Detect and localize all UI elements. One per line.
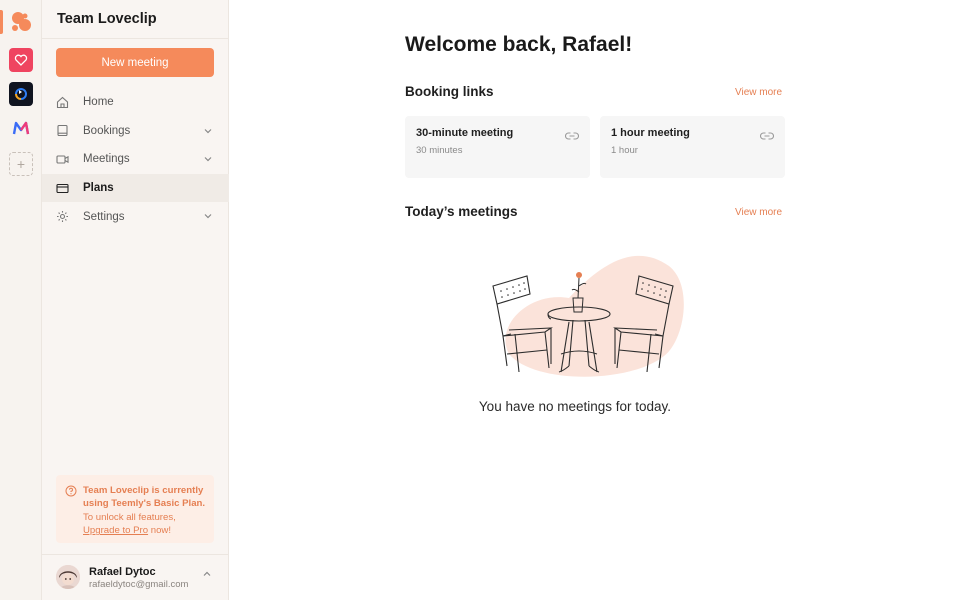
sidebar-nav: Home Bookings Meetings Plans Settings	[42, 88, 229, 231]
sidebar-item-bookings[interactable]: Bookings	[42, 117, 229, 146]
copy-link-icon[interactable]	[760, 128, 774, 140]
book-icon	[56, 124, 69, 137]
refresh-app-icon[interactable]	[9, 82, 33, 106]
upgrade-notice-suffix: now!	[148, 525, 171, 537]
booking-links-heading: Booking links	[405, 84, 494, 99]
booking-link-duration: 30 minutes	[416, 145, 463, 156]
empty-state-cafe-illustration	[489, 246, 689, 380]
sidebar-item-settings[interactable]: Settings	[42, 202, 229, 231]
sidebar-item-label: Meetings	[83, 153, 130, 166]
page-title: Welcome back, Rafael!	[405, 33, 633, 56]
sidebar-item-label: Plans	[83, 182, 114, 195]
team-loveclip-logo-icon[interactable]	[9, 10, 33, 34]
gear-icon	[56, 210, 69, 223]
sidebar: Team Loveclip New meeting Home Bookings …	[42, 0, 229, 600]
booking-link-card[interactable]: 30-minute meeting 30 minutes	[405, 116, 590, 178]
heart-app-icon[interactable]	[9, 48, 33, 72]
empty-state-message: You have no meetings for today.	[478, 399, 672, 414]
sidebar-item-label: Settings	[83, 210, 125, 223]
question-circle-icon	[65, 485, 77, 497]
sidebar-item-label: Bookings	[83, 124, 131, 137]
chevron-down-icon[interactable]	[203, 126, 213, 136]
user-email: rafaeldytoc@gmail.com	[89, 579, 189, 590]
sidebar-item-home[interactable]: Home	[42, 88, 229, 117]
rail-active-indicator	[0, 10, 3, 34]
booking-link-duration: 1 hour	[611, 145, 638, 156]
credit-card-icon	[56, 182, 69, 195]
copy-link-icon[interactable]	[565, 128, 579, 140]
add-workspace-icon[interactable]: +	[9, 152, 33, 176]
todays-meetings-heading: Today’s meetings	[405, 204, 518, 219]
new-meeting-button[interactable]: New meeting	[56, 48, 214, 77]
team-name: Team Loveclip	[57, 11, 157, 27]
upgrade-to-pro-link[interactable]: Upgrade to Pro	[83, 525, 148, 536]
user-name: Rafael Dytoc	[89, 566, 156, 578]
sidebar-item-label: Home	[83, 96, 114, 109]
m-app-icon[interactable]	[9, 116, 33, 140]
home-icon	[56, 96, 69, 109]
booking-link-title: 1 hour meeting	[611, 127, 690, 139]
sidebar-item-meetings[interactable]: Meetings	[42, 145, 229, 174]
booking-link-title: 30-minute meeting	[416, 127, 514, 139]
user-divider	[42, 554, 229, 555]
main-content: Welcome back, Rafael! Booking links View…	[229, 0, 961, 600]
sidebar-divider	[42, 38, 229, 39]
todays-meetings-view-more-link[interactable]: View more	[735, 207, 782, 218]
booking-link-card[interactable]: 1 hour meeting 1 hour	[600, 116, 785, 178]
upgrade-notice-text: To unlock all features,	[83, 511, 176, 523]
chevron-down-icon[interactable]	[203, 154, 213, 164]
app-rail: +	[0, 0, 42, 600]
upgrade-notice: Team Loveclip is currently using Teemly'…	[56, 475, 214, 543]
booking-links-view-more-link[interactable]: View more	[735, 87, 782, 98]
sidebar-item-plans[interactable]: Plans	[42, 173, 229, 203]
video-icon	[56, 153, 69, 166]
avatar[interactable]	[56, 565, 80, 589]
chevron-down-icon[interactable]	[203, 211, 213, 221]
chevron-up-icon[interactable]	[202, 566, 212, 576]
upgrade-notice-headline: Team Loveclip is currently using Teemly'…	[83, 485, 206, 510]
